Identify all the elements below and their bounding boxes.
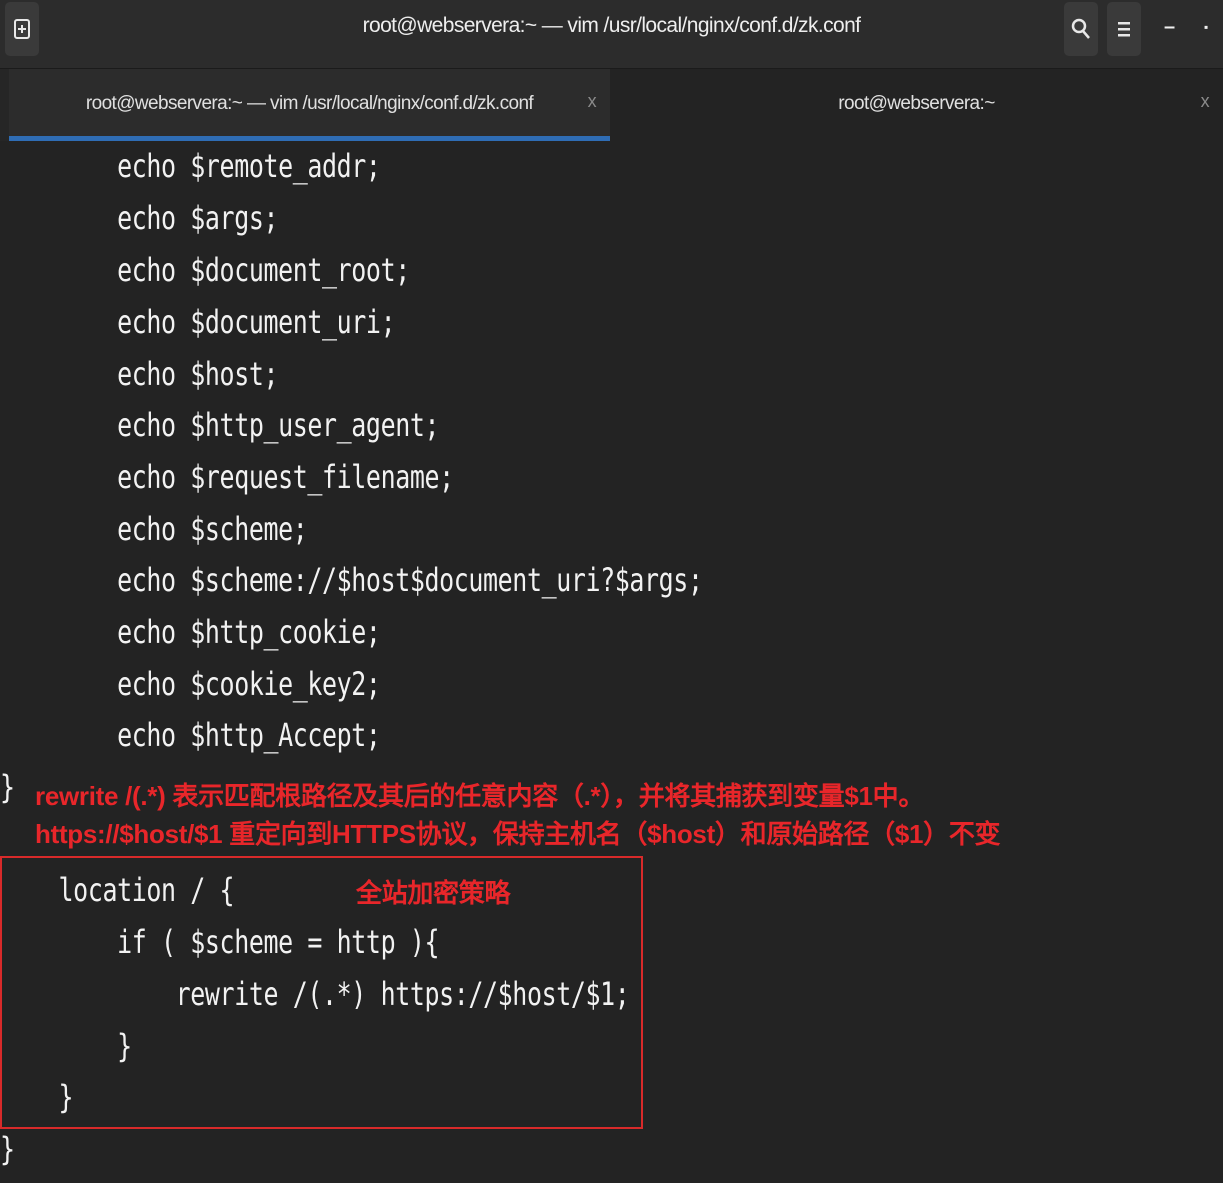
highlight-box [0,856,643,1129]
code-line: echo $http_user_agent; [0,406,440,444]
code-line: echo $http_cookie; [0,613,381,651]
code-line: } [0,1130,15,1168]
code-line: echo $scheme; [0,510,308,548]
tab-label: root@webservera:~ — vim /usr/local/nginx… [85,93,534,114]
code-line: echo $scheme://$host$document_uri?$args; [0,561,703,599]
annotation-box-label: 全站加密策略 [356,878,511,908]
code-line: } [0,768,15,806]
code-line: echo $http_Accept; [0,716,381,754]
hamburger-menu-icon [1118,22,1130,37]
code-line: echo $remote_addr; [0,147,381,185]
code-line: echo $request_filename; [0,458,454,496]
tab-close-icon[interactable]: x [588,91,597,112]
annotation-rewrite-explanation: rewrite /(.*) 表示匹配根路径及其后的任意内容（.*），并将其捕获到… [35,781,925,811]
tab-bar: root@webservera:~ — vim /usr/local/nginx… [0,69,1223,141]
code-line: echo $host; [0,355,279,393]
tab-shell[interactable]: root@webservera:~ x [610,69,1223,141]
code-line: echo $cookie_key2; [0,665,381,703]
tab-label: root@webservera:~ [838,93,995,114]
maximize-button[interactable]: ▪ [1204,20,1208,34]
window-title: root@webservera:~ — vim /usr/local/nginx… [362,14,861,37]
annotation-redirect-explanation: https://$host/$1 重定向到HTTPS协议，保持主机名（$host… [35,819,1001,849]
code-line: echo $document_uri; [0,303,396,341]
window-titlebar: root@webservera:~ — vim /usr/local/nginx… [0,0,1223,69]
tab-vim[interactable]: root@webservera:~ — vim /usr/local/nginx… [9,69,610,141]
minimize-button[interactable]: – [1164,16,1175,39]
tab-close-icon[interactable]: x [1201,91,1210,112]
menu-button[interactable] [1107,2,1141,56]
search-button[interactable] [1064,2,1098,56]
code-line: echo $args; [0,199,279,237]
search-icon [1071,18,1090,39]
code-line: echo $document_root; [0,251,410,289]
